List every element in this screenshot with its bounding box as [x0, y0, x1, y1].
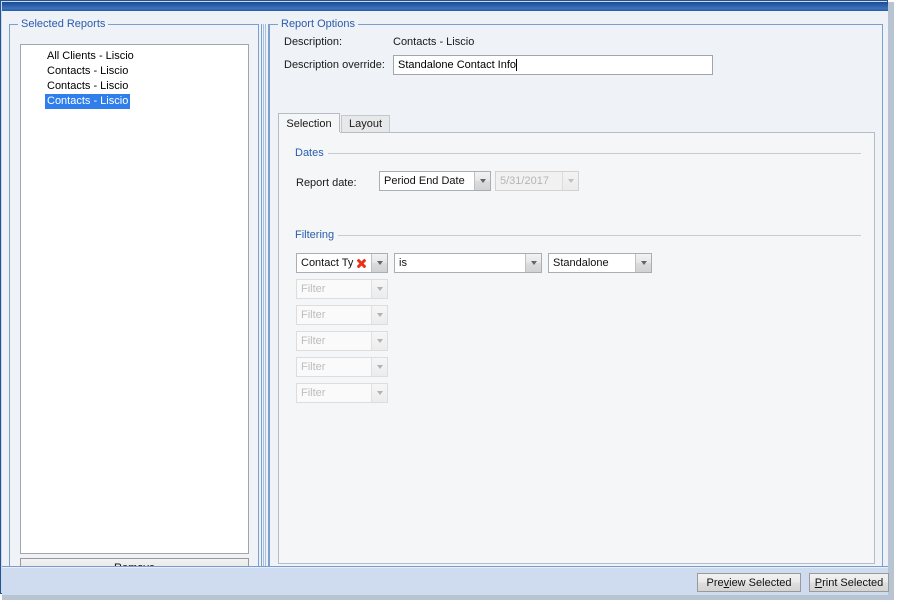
report-date-value-combo: 5/31/2017: [495, 171, 579, 191]
dates-group-rule: [295, 153, 861, 154]
panel-splitter[interactable]: [261, 24, 269, 572]
description-override-input[interactable]: Standalone Contact Info: [393, 55, 713, 75]
list-item-label: Contacts - Liscio: [45, 79, 130, 94]
report-date-label: Report date:: [296, 177, 357, 189]
report-options-window: Selected Reports All Clients - LiscioCon…: [0, 0, 898, 604]
report-date-mode-combo[interactable]: Period End Date: [379, 171, 491, 191]
filtering-group-rule: [295, 235, 861, 236]
list-item-label: Contacts - Liscio: [45, 64, 130, 79]
tab-layout[interactable]: Layout: [341, 115, 390, 133]
chevron-down-icon[interactable]: [525, 254, 541, 272]
footer-highlight: [2, 567, 888, 568]
filter-field-value: Contact Ty: [301, 257, 353, 269]
description-override-value: Standalone Contact Info: [398, 59, 516, 71]
filter-value-combo-1[interactable]: Standalone: [548, 253, 652, 273]
report-options-panel: Report Options Description: Contacts - L…: [269, 24, 883, 572]
tab-layout-label: Layout: [349, 118, 382, 130]
filter-field-value: Filter: [297, 283, 371, 295]
tab-selection-label: Selection: [286, 118, 331, 130]
text-caret: [516, 59, 517, 71]
client-area: Selected Reports All Clients - LiscioCon…: [2, 11, 888, 566]
filter-field-combo-6: Filter: [296, 383, 388, 403]
report-options-caption: Report Options: [278, 18, 358, 30]
chevron-down-icon: [371, 306, 387, 324]
window-footer: Preview Selected Print Selected: [2, 566, 888, 595]
list-item-label: All Clients - Liscio: [45, 49, 136, 64]
filter-field-combo-2: Filter: [296, 279, 388, 299]
list-item[interactable]: Contacts - Liscio: [21, 79, 248, 94]
preview-selected-label: Preview Selected: [707, 577, 792, 589]
selected-reports-listbox[interactable]: All Clients - LiscioContacts - LiscioCon…: [20, 44, 249, 554]
description-label: Description:: [284, 36, 342, 48]
filter-field-value: Filter: [297, 361, 371, 373]
filter-value-value: Standalone: [549, 257, 635, 269]
print-selected-label: Print Selected: [815, 577, 884, 589]
chevron-down-icon: [371, 280, 387, 298]
filter-field-combo-4: Filter: [296, 331, 388, 351]
list-item[interactable]: All Clients - Liscio: [21, 49, 248, 64]
description-value: Contacts - Liscio: [393, 36, 474, 48]
report-date-mode-value: Period End Date: [380, 175, 474, 187]
filter-field-value: Filter: [297, 335, 371, 347]
chevron-down-icon: [371, 384, 387, 402]
filter-field-combo-3: Filter: [296, 305, 388, 325]
chevron-down-icon: [371, 358, 387, 376]
chevron-down-icon[interactable]: [474, 172, 490, 190]
description-override-label: Description override:: [284, 59, 385, 71]
chevron-down-icon[interactable]: [635, 254, 651, 272]
filtering-group-caption: Filtering: [295, 229, 338, 241]
options-tabstrip: Selection Layout: [278, 113, 875, 133]
dates-group-caption: Dates: [295, 147, 328, 159]
list-item[interactable]: Contacts - Liscio: [21, 64, 248, 79]
preview-selected-button[interactable]: Preview Selected: [697, 573, 801, 592]
filter-operator-value: is: [395, 257, 525, 269]
filter-field-value: Filter: [297, 309, 371, 321]
window-frame: Selected Reports All Clients - LiscioCon…: [0, 0, 888, 594]
print-selected-button[interactable]: Print Selected: [809, 573, 889, 592]
window-title-bar[interactable]: [2, 2, 888, 11]
selected-reports-caption: Selected Reports: [18, 18, 108, 30]
selected-reports-panel: Selected Reports All Clients - LiscioCon…: [9, 24, 259, 572]
list-item-label: Contacts - Liscio: [45, 94, 130, 109]
filter-operator-combo-1[interactable]: is: [394, 253, 542, 273]
red-x-icon[interactable]: [356, 258, 367, 269]
filter-field-combo-1[interactable]: Contact Ty: [296, 253, 388, 273]
active-tab-seam: [279, 132, 340, 133]
filter-field-value-wrap: Contact Ty: [297, 257, 371, 269]
list-item[interactable]: Contacts - Liscio: [21, 94, 248, 109]
report-date-value: 5/31/2017: [496, 175, 562, 187]
tab-selection[interactable]: Selection: [278, 113, 340, 133]
chevron-down-icon[interactable]: [371, 254, 387, 272]
filter-field-value: Filter: [297, 387, 371, 399]
filter-field-combo-5: Filter: [296, 357, 388, 377]
chevron-down-icon: [371, 332, 387, 350]
chevron-down-icon: [562, 172, 578, 190]
